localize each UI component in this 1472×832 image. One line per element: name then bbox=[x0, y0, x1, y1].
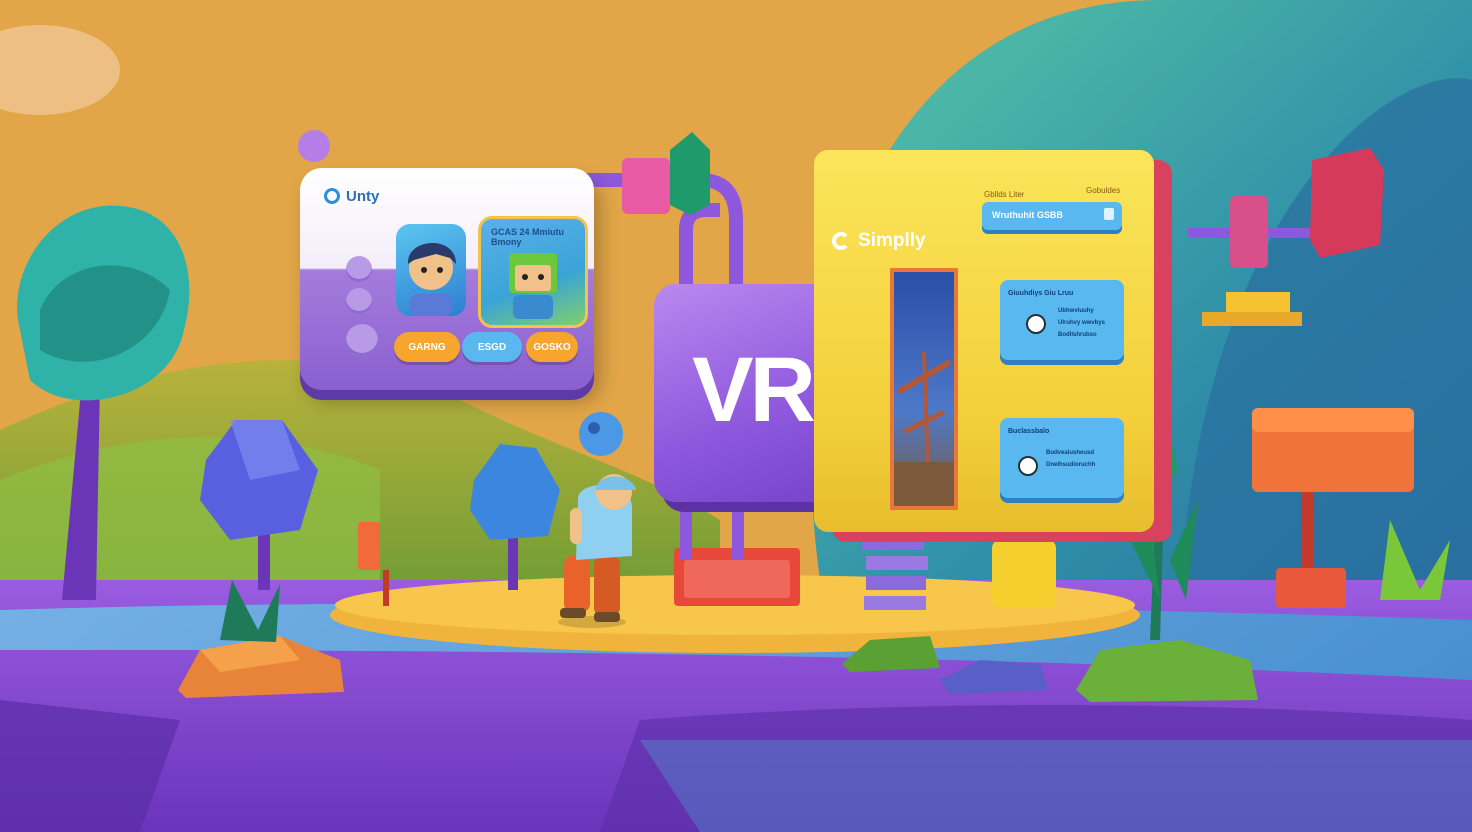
character-card-2[interactable]: GCAS 24 Mmiutu Bmony bbox=[478, 216, 588, 328]
info-card-1[interactable]: Giuuhdiys Giu Lruu Ubhwvluuhy Ulruhvy ww… bbox=[1000, 280, 1124, 360]
door-scene-icon bbox=[894, 351, 954, 506]
unity-panel: Unty GCAS 24 Mmiutu Bmony GARNG ESGD GOS… bbox=[300, 168, 594, 390]
info-card-heading: Buclassbalo bbox=[1008, 428, 1050, 435]
side-button-1[interactable] bbox=[346, 256, 372, 282]
board-top-label: Gobuldes bbox=[1086, 186, 1121, 195]
pink-block bbox=[622, 158, 670, 214]
simply-logo-icon bbox=[832, 232, 850, 250]
info-line: Bodllshrubso bbox=[1058, 332, 1097, 338]
panel-button-3[interactable]: GOSKO bbox=[526, 332, 578, 362]
simply-title: Simplly bbox=[858, 230, 926, 251]
side-button-3[interactable] bbox=[346, 324, 378, 356]
simply-board: Gobuldes Simplly Gbllds Liter Wruthuhit … bbox=[814, 150, 1154, 532]
character-card-1[interactable] bbox=[396, 224, 466, 316]
orb-purple bbox=[298, 130, 330, 162]
card-label: GCAS 24 Mmiutu Bmony bbox=[491, 227, 565, 247]
info-line: Ulruhvy wwvbys bbox=[1058, 320, 1106, 326]
red-gem bbox=[1310, 148, 1384, 258]
unity-logo-icon bbox=[324, 188, 340, 204]
character-portrait-icon bbox=[407, 242, 456, 316]
small-post bbox=[358, 522, 380, 570]
yellow-block bbox=[992, 540, 1056, 608]
search-label: Wruthuhit GSBB bbox=[992, 210, 1063, 220]
unity-title: Unty bbox=[346, 188, 380, 205]
info-card-2[interactable]: Buclassbalo Budvealusheusd Dnelhsudioruc… bbox=[1000, 418, 1124, 498]
portal-door[interactable] bbox=[890, 268, 958, 510]
search-bar[interactable]: Wruthuhit GSBB bbox=[982, 202, 1122, 230]
panel-button-2[interactable]: ESGD bbox=[462, 332, 522, 362]
side-button-2[interactable] bbox=[346, 288, 372, 314]
panel-button-1[interactable]: GARNG bbox=[394, 332, 460, 362]
ball-icon bbox=[1018, 456, 1038, 476]
info-card-heading: Giuuhdiys Giu Lruu bbox=[1008, 290, 1074, 297]
info-line: Ubhwvluuhy bbox=[1058, 308, 1094, 314]
info-line: Budvealusheusd bbox=[1046, 450, 1095, 456]
block-character-icon bbox=[509, 253, 557, 319]
bookmark-icon[interactable] bbox=[1104, 208, 1114, 220]
orb-blue bbox=[579, 412, 623, 456]
info-line: Dnelhsudioruchh bbox=[1046, 462, 1096, 468]
search-caption: Gbllds Liter bbox=[984, 190, 1025, 199]
ball-icon bbox=[1026, 314, 1046, 334]
